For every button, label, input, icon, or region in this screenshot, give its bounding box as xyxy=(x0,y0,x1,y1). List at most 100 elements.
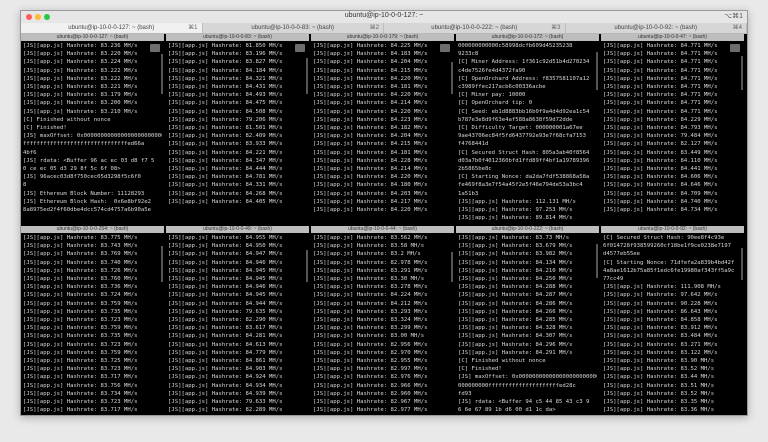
terminal-line: [JS][app.js] Hashrate: 84.946 MH/s xyxy=(168,259,283,266)
tab-bar: ubuntu@ip-10-0-0-127: ~ (bash) ⌘1 ubuntu… xyxy=(21,23,747,34)
terminal-line: [JS][app.js] Hashrate: 84.286 MH/s xyxy=(458,300,573,307)
pane-output[interactable]: [JS][app.js] Hashrate: 83.775 MH/s [JS][a… xyxy=(21,233,164,413)
terminal-line: [JS][app.js] Hashrate: 84.945 MH/s xyxy=(168,292,283,299)
terminal-line: [JS][app.js] Hashrate: 83.271 MH/s xyxy=(603,341,718,348)
tab-2[interactable]: ubuntu@ip-10-0-0-83: ~ (bash) ⌘2 xyxy=(203,23,384,33)
terminal-line: [JS][app.js] Hashrate: 83.982 MH/s xyxy=(458,251,573,258)
terminal-pane[interactable]: ubuntu@ip-10-0-0-127: ~ (bash) [JS][app.… xyxy=(21,34,164,221)
terminal-pane[interactable]: ubuntu@ip-10-0-0-179: ~ (bash) [JS][app.… xyxy=(311,34,454,221)
terminal-line: [JS][app.js] Hashrate: 84.224 MH/s xyxy=(313,292,428,299)
terminal-pane[interactable]: ubuntu@ip-10-0-0-44: ~ (bash) [JS][app.j… xyxy=(311,226,454,413)
terminal-line: [JS][app.js] Hashrate: 84.214 MH/s xyxy=(313,166,428,173)
terminal-line: [JS] rdata: <Buffer 94 c5 44 85 43 c3 9 xyxy=(458,399,590,406)
terminal-line: [JS][app.js] Hashrate: 83.236 MH/s xyxy=(23,43,138,49)
terminal-line: fe469f8a3e7f54a45f2e5f46e794de53a3bc4 xyxy=(458,182,583,189)
pane-title: ubuntu@ip-10-0-0-92: ~ (bash) xyxy=(601,226,744,233)
terminal-line: [JS][app.js] Hashrate: 83.735 MH/s xyxy=(23,333,138,340)
pane-badge-icon xyxy=(295,44,305,52)
pane-output[interactable]: [JS][app.js] Hashrate: 84.771 MH/s [JS][a… xyxy=(601,41,744,215)
scrollbar[interactable] xyxy=(451,252,453,282)
scrollbar[interactable] xyxy=(306,58,308,94)
terminal-line: [JS][app.js] Hashrate: 83.36 MH/s xyxy=(603,407,715,413)
terminal-line: 6f014728f938599260cf18be1f9ce0238e7197 xyxy=(603,243,731,250)
terminal-line: [JS][app.js] Hashrate: 83.756 MH/s xyxy=(23,382,138,389)
pane-output[interactable]: [JS][app.js] Hashrate: 83.73 MH/s [JS][ap… xyxy=(456,233,599,413)
scrollbar[interactable] xyxy=(596,52,598,90)
terminal-line: [JS][app.js] Hashrate: 84.924 MH/s xyxy=(168,374,283,381)
terminal-line: [JS][app.js] Hashrate: 83.759 MH/s xyxy=(23,349,138,356)
terminal-line: 9ae43706ec84f5fd6437792e93e7f68cfa7153 xyxy=(458,133,586,140)
scrollbar[interactable] xyxy=(306,250,308,282)
pane-output[interactable]: [JS][app.js] Hashrate: 81.850 MH/s [JS][a… xyxy=(166,41,309,207)
terminal-line: [JS][app.js] Hashrate: 84.508 MH/s xyxy=(168,108,283,115)
terminal-line: [JS][app.js] Hashrate: 84.228 MH/s xyxy=(313,157,428,164)
terminal-line: [JS][app.js] Hashrate: 84.771 MH/s xyxy=(603,59,718,66)
terminal-pane[interactable]: ubuntu@ip-10-0-0-92: ~ (bash) [C] Secure… xyxy=(601,226,744,413)
terminal-line: [JS][app.js] Hashrate: 83.324 MH/s xyxy=(313,317,428,324)
terminal-line: [JS][app.js] Hashrate: 84.441 MH/s xyxy=(603,166,718,173)
terminal-line: [JS][app.js] Hashrate: 97.642 MH/s xyxy=(603,292,718,299)
terminal-line: 77cc49 xyxy=(603,276,624,283)
terminal-window: ubuntu@ip-10-0-0-127: ~ ⌥⌘1 ubuntu@ip-10… xyxy=(20,10,748,416)
terminal-pane[interactable]: ubuntu@ip-10-0-0-49: ~ (bash) [JS][app.j… xyxy=(166,226,309,413)
tab-1[interactable]: ubuntu@ip-10-0-0-127: ~ (bash) ⌘1 xyxy=(21,23,203,33)
pane-title: ubuntu@ip-10-0-0-127: ~ (bash) xyxy=(21,34,164,41)
scrollbar[interactable] xyxy=(741,56,743,90)
terminal-line: [JS][app.js] Hashrate: 84.184 MH/s xyxy=(168,67,283,74)
scrollbar[interactable] xyxy=(161,54,163,94)
terminal-line: [JS][app.js] Hashrate: 84.493 MH/s xyxy=(168,92,283,99)
terminal-line: [JS][app.js] Hashrate: 84.285 MH/s xyxy=(458,317,573,324)
pane-output[interactable]: [JS][app.js] Hashrate: 83.236 MH/s [JS][a… xyxy=(21,41,164,215)
terminal-line: [C] Finished without nonce xyxy=(458,358,546,365)
terminal-line: [JS][app.js] Hashrate: 82.290 MH/s xyxy=(168,317,283,324)
scrollbar[interactable] xyxy=(451,62,453,94)
terminal-line: [JS][app.js] Hashrate: 84.328 MH/s xyxy=(458,325,573,332)
pane-output[interactable]: [JS][app.js] Hashrate: 83.562 MH/s [JS][a… xyxy=(311,233,454,413)
terminal-line: [JS][app.js] Hashrate: 83.679 MH/s xyxy=(458,243,573,250)
terminal-line: [JS][app.js] Hashrate: 83.912 MH/s xyxy=(603,325,718,332)
terminal-line: [JS][app.js] Hashrate: 82.955 MH/s xyxy=(313,358,428,365)
terminal-line: [JS][app.js] Hashrate: 82.956 MH/s xyxy=(313,341,428,348)
terminal-line: [C] Miner pay: 10000 xyxy=(458,92,526,99)
pane-output[interactable]: [JS][app.js] Hashrate: 84.955 MH/s [JS][a… xyxy=(166,233,309,413)
terminal-pane[interactable]: ubuntu@ip-10-0-0-254: ~ (bash) [JS][app.… xyxy=(21,226,164,413)
scrollbar[interactable] xyxy=(741,248,743,280)
terminal-pane[interactable]: ubuntu@ip-10-0-0-47: ~ (bash) [JS][app.j… xyxy=(601,34,744,221)
terminal-line: [JS][app.js] Hashrate: 83.734 MH/s xyxy=(23,390,138,397)
terminal-line: [JS][app.js] Hashrate: 84.955 MH/s xyxy=(168,235,283,241)
terminal-line: [JS][app.js] Hashrate: 84.183 MH/s xyxy=(313,51,428,58)
terminal-line: [JS][app.js] Hashrate: 84.939 MH/s xyxy=(168,390,283,397)
terminal-line: [JS][app.js] Hashrate: 83.00 MH/s xyxy=(313,333,425,340)
terminal-line: [JS][app.js] Hashrate: 84.771 MH/s xyxy=(603,108,718,115)
terminal-line: [JS][app.js] Hashrate: 84.945 MH/s xyxy=(168,276,283,283)
terminal-pane[interactable]: ubuntu@ip-10-0-0-172: ~ (bash) 000000000… xyxy=(456,34,599,221)
terminal-line: [JS][app.js] Hashrate: 83.52 MH/s xyxy=(603,390,715,397)
terminal-line: [JS][app.js] Hashrate: 84.740 MH/s xyxy=(603,198,718,205)
pane-output[interactable]: [C] Secured Struct Hash: 90ee8f4c93e 6f01… xyxy=(601,233,744,413)
pane-output[interactable]: 000000000000c58998dcfb609d45235238 9233c8… xyxy=(456,41,599,221)
terminal-line: [JS][app.js] Hashrate: 84.771 MH/s xyxy=(603,67,718,74)
terminal-line: [JS][app.js] Hashrate: 83.740 MH/s xyxy=(23,259,138,266)
terminal-line: [JS][app.js] Hashrate: 83.122 MH/s xyxy=(603,349,718,356)
terminal-line: [JS][app.js] Hashrate: 83.769 MH/s xyxy=(23,251,138,258)
terminal-line: [JS] maxOffset: 0x0000000000000000000000… xyxy=(23,133,162,140)
tab-3[interactable]: ubuntu@ip-10-0-0-222: ~ (bash) ⌘3 xyxy=(384,23,566,33)
pane-output[interactable]: [JS][app.js] Hashrate: 84.225 MH/s [JS][a… xyxy=(311,41,454,215)
terminal-line: [JS][app.js] Hashrate: 83.90 MH/s xyxy=(603,358,715,365)
terminal-line: [JS][app.js] Hashrate: 112.131 MH/s xyxy=(458,198,576,205)
terminal-line: [JS][app.js] Hashrate: 83.726 MH/s xyxy=(23,267,138,274)
terminal-line: [JS][app.js] Hashrate: 83.723 MH/s xyxy=(23,317,138,324)
terminal-line: [JS][app.js] Hashrate: 84.606 MH/s xyxy=(603,174,718,181)
scrollbar[interactable] xyxy=(161,246,163,282)
terminal-line: f4768441d xyxy=(458,141,489,148)
terminal-line: [JS][app.js] Hashrate: 82.409 MH/s xyxy=(168,133,283,140)
tab-4[interactable]: ubuntu@ip-10-0-0-92: ~ (bash) ⌘4 xyxy=(566,23,747,33)
terminal-pane[interactable]: ubuntu@ip-10-0-0-222: ~ (bash) [JS][app.… xyxy=(456,226,599,413)
terminal-line: [JS][app.js] Hashrate: 83.222 MH/s xyxy=(23,75,138,82)
terminal-line: [JS][app.js] Hashrate: 84.229 MH/s xyxy=(603,116,718,123)
pane-badge-icon xyxy=(440,44,450,52)
scrollbar[interactable] xyxy=(596,244,598,278)
terminal-line: [JS][app.js] Hashrate: 83.723 MH/s xyxy=(23,399,138,406)
terminal-pane[interactable]: ubuntu@ip-10-0-0-83: ~ (bash) [JS][app.j… xyxy=(166,34,309,221)
terminal-line: [JS][app.js] Hashrate: 83.293 MH/s xyxy=(313,308,428,315)
